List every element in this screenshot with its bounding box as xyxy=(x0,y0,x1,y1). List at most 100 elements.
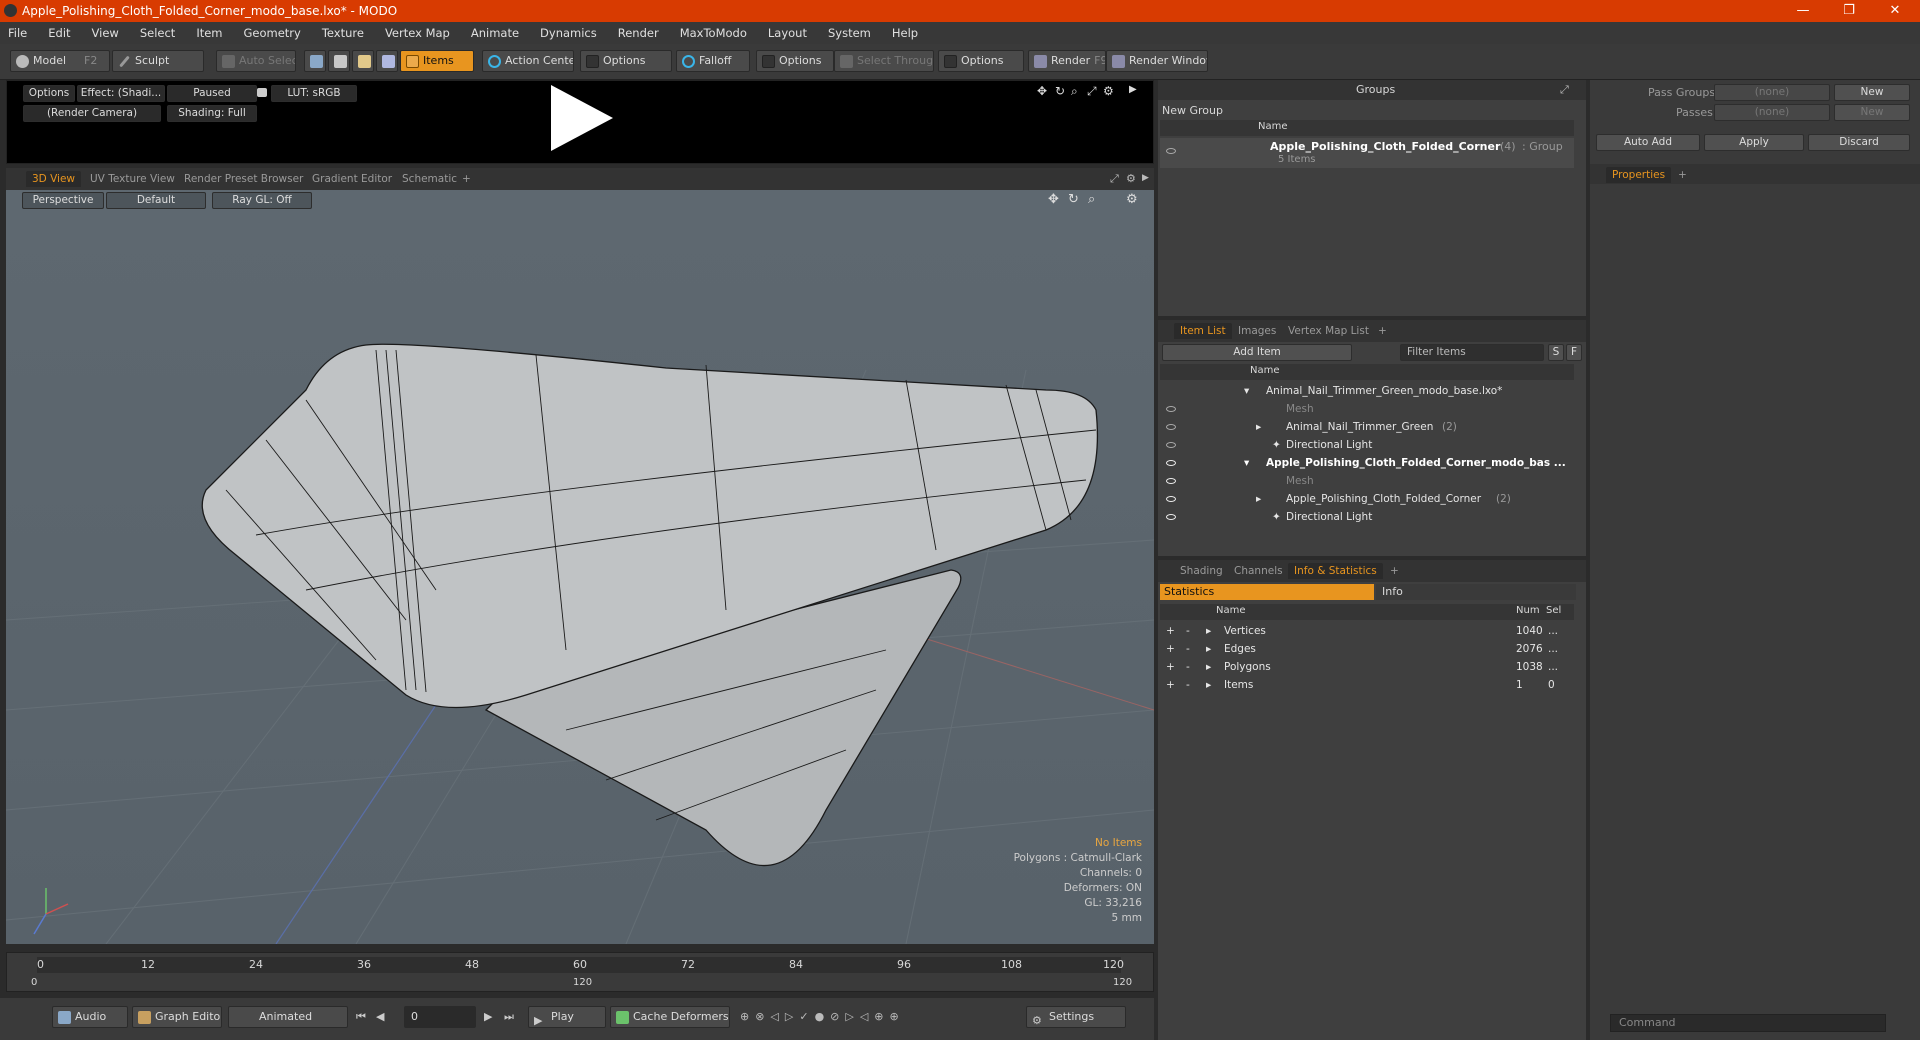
preview-shading-dropdown[interactable]: Shading: Full xyxy=(167,105,257,122)
stats-row[interactable]: + - ▸ Edges 2076... xyxy=(1160,640,1574,658)
edges-mode-button[interactable] xyxy=(328,50,350,72)
tab-shading[interactable]: Shading xyxy=(1174,563,1229,579)
filter-f-button[interactable]: F xyxy=(1566,344,1582,361)
close-button[interactable]: ✕ xyxy=(1872,0,1918,22)
tree-row[interactable]: ▾ Animal_Nail_Trimmer_Green_modo_base.lxo… xyxy=(1160,382,1574,400)
select-through-options-button[interactable]: Options xyxy=(938,50,1024,72)
preview-zoom-icon[interactable]: ⌕ xyxy=(1071,84,1078,99)
action-center-options-button[interactable]: Options xyxy=(580,50,672,72)
items-mode-button[interactable]: Items xyxy=(400,50,474,72)
tree-row[interactable]: ▸ Animal_Nail_Trimmer_Green (2) xyxy=(1160,418,1574,436)
render-window-button[interactable]: Render Window xyxy=(1106,50,1208,72)
menu-animate[interactable]: Animate xyxy=(471,26,519,40)
tree-row[interactable]: ▾ Apple_Polishing_Cloth_Folded_Corner_mod… xyxy=(1160,454,1574,472)
tab-properties[interactable]: Properties xyxy=(1606,167,1672,183)
filter-s-button[interactable]: S xyxy=(1548,344,1564,361)
falloff-button[interactable]: Falloff xyxy=(676,50,750,72)
viewport-panel-arrow-icon[interactable]: ▶ xyxy=(1142,173,1149,183)
keyframe-tools-icon[interactable]: ⊕⊗◁▷✓●⊘▷◁⊕⊕ xyxy=(740,1010,905,1023)
preview-expand-icon[interactable]: ▶ xyxy=(1129,84,1137,95)
tab-uv-texture-view[interactable]: UV Texture View xyxy=(84,171,181,187)
timeline-ruler[interactable]: 0 12 24 36 48 60 72 84 96 108 120 xyxy=(37,957,1124,973)
tab-images[interactable]: Images xyxy=(1232,323,1282,339)
discard-button[interactable]: Discard xyxy=(1808,134,1910,151)
visibility-eye-icon[interactable] xyxy=(1166,424,1176,430)
passes-dropdown[interactable]: (none) xyxy=(1714,104,1830,121)
tab-channels[interactable]: Channels xyxy=(1228,563,1289,579)
viewport-panel-gear-icon[interactable]: ⚙ xyxy=(1126,172,1136,185)
settings-button[interactable]: ⚙ Settings xyxy=(1026,1006,1126,1028)
preview-maximize-icon[interactable]: ⤢ xyxy=(1087,84,1097,99)
add-item-dropdown[interactable]: Add Item xyxy=(1162,344,1352,361)
preview-camera-dropdown[interactable]: (Render Camera) xyxy=(23,105,161,122)
menu-geometry[interactable]: Geometry xyxy=(244,26,301,40)
visibility-eye-icon[interactable] xyxy=(1166,496,1176,502)
minimize-button[interactable]: — xyxy=(1780,0,1826,22)
timeline[interactable]: 0 12 24 36 48 60 72 84 96 108 120 0 120 … xyxy=(6,952,1154,992)
expand-arrow-icon[interactable]: ▸ xyxy=(1206,676,1211,694)
menu-select[interactable]: Select xyxy=(140,26,175,40)
add-properties-tab-button[interactable]: + xyxy=(1672,167,1693,183)
preview-paused-button[interactable]: Paused xyxy=(167,85,257,102)
menu-item[interactable]: Item xyxy=(196,26,222,40)
visibility-eye-icon[interactable] xyxy=(1166,514,1176,520)
apply-button[interactable]: Apply xyxy=(1704,134,1804,151)
expand-arrow-icon[interactable]: ▸ xyxy=(1206,658,1211,676)
tab-render-preset-browser[interactable]: Render Preset Browser xyxy=(178,171,309,187)
preview-gear-icon[interactable]: ⚙ xyxy=(1103,84,1114,98)
frame-input[interactable]: 0 xyxy=(404,1006,476,1028)
tab-item-list[interactable]: Item List xyxy=(1174,323,1232,339)
viewport-maximize-icon[interactable]: ⤢ xyxy=(1110,172,1119,186)
auto-select-button[interactable]: Auto Select xyxy=(216,50,296,72)
tree-row[interactable]: ▸ Apple_Polishing_Cloth_Folded_Corner (2) xyxy=(1160,490,1574,508)
preview-pan-icon[interactable]: ✥ xyxy=(1037,84,1047,98)
materials-mode-button[interactable] xyxy=(376,50,398,72)
add-stats-tab-button[interactable]: + xyxy=(1384,563,1405,579)
menu-layout[interactable]: Layout xyxy=(768,26,807,40)
menu-edit[interactable]: Edit xyxy=(48,26,70,40)
preview-effect-dropdown[interactable]: Effect: (Shadi... xyxy=(77,85,165,102)
add-itemlist-tab-button[interactable]: + xyxy=(1372,323,1393,339)
preview-lut-dropdown[interactable]: LUT: sRGB xyxy=(271,85,357,102)
menu-file[interactable]: File xyxy=(8,26,27,40)
animated-dropdown[interactable]: Animated xyxy=(228,1006,348,1028)
command-input[interactable]: Command xyxy=(1610,1014,1886,1032)
menu-system[interactable]: System xyxy=(828,26,871,40)
falloff-options-button[interactable]: Options xyxy=(756,50,834,72)
preview-rotate-icon[interactable]: ↻ xyxy=(1055,84,1065,98)
3d-viewport[interactable]: Perspective Default Ray GL: Off ✥ ↻ ⌕ ⚙ xyxy=(6,190,1154,944)
visibility-eye-icon[interactable] xyxy=(1166,442,1176,448)
info-subtab[interactable]: Info xyxy=(1376,584,1576,600)
polygons-mode-button[interactable] xyxy=(352,50,374,72)
step-forward-icon[interactable]: ▶ xyxy=(484,1010,492,1023)
tab-3d-view[interactable]: 3D View xyxy=(26,171,82,187)
select-through-button[interactable]: Select Through xyxy=(834,50,934,72)
tab-info-statistics[interactable]: Info & Statistics xyxy=(1288,563,1383,579)
stats-row[interactable]: + - ▸ Vertices 1040... xyxy=(1160,622,1574,640)
play-button[interactable]: ▶ Play xyxy=(528,1006,606,1028)
render-button[interactable]: RenderF9 xyxy=(1028,50,1106,72)
tab-schematic[interactable]: Schematic xyxy=(396,171,463,187)
preview-options-button[interactable]: Options xyxy=(23,85,75,102)
statistics-subtab[interactable]: Statistics xyxy=(1160,584,1374,600)
model-mode-button[interactable]: Model F2 xyxy=(10,50,110,72)
tab-gradient-editor[interactable]: Gradient Editor xyxy=(306,171,398,187)
menu-maxtomodo[interactable]: MaxToModo xyxy=(680,26,747,40)
groups-maximize-icon[interactable]: ⤢ xyxy=(1560,83,1569,97)
new-pass-button[interactable]: New xyxy=(1834,104,1910,121)
menu-texture[interactable]: Texture xyxy=(322,26,364,40)
group-row[interactable]: Apple_Polishing_Cloth_Folded_Corner (4) … xyxy=(1160,138,1574,168)
stats-row[interactable]: + - ▸ Items 1 0 xyxy=(1160,676,1574,694)
go-start-icon[interactable]: ⏮ xyxy=(356,1010,366,1024)
expand-arrow-icon[interactable]: ▸ xyxy=(1256,418,1261,436)
new-pass-group-button[interactable]: New xyxy=(1834,84,1910,101)
graph-editor-button[interactable]: Graph Editor xyxy=(132,1006,222,1028)
visibility-eye-icon[interactable] xyxy=(1166,460,1176,466)
menu-view[interactable]: View xyxy=(92,26,119,40)
tree-row[interactable]: Mesh xyxy=(1160,400,1574,418)
add-tab-button[interactable]: + xyxy=(456,171,477,187)
visibility-eye-icon[interactable] xyxy=(1166,406,1176,412)
sculpt-mode-button[interactable]: Sculpt xyxy=(112,50,204,72)
play-icon[interactable] xyxy=(551,85,613,151)
go-end-icon[interactable]: ⏭ xyxy=(504,1010,514,1024)
